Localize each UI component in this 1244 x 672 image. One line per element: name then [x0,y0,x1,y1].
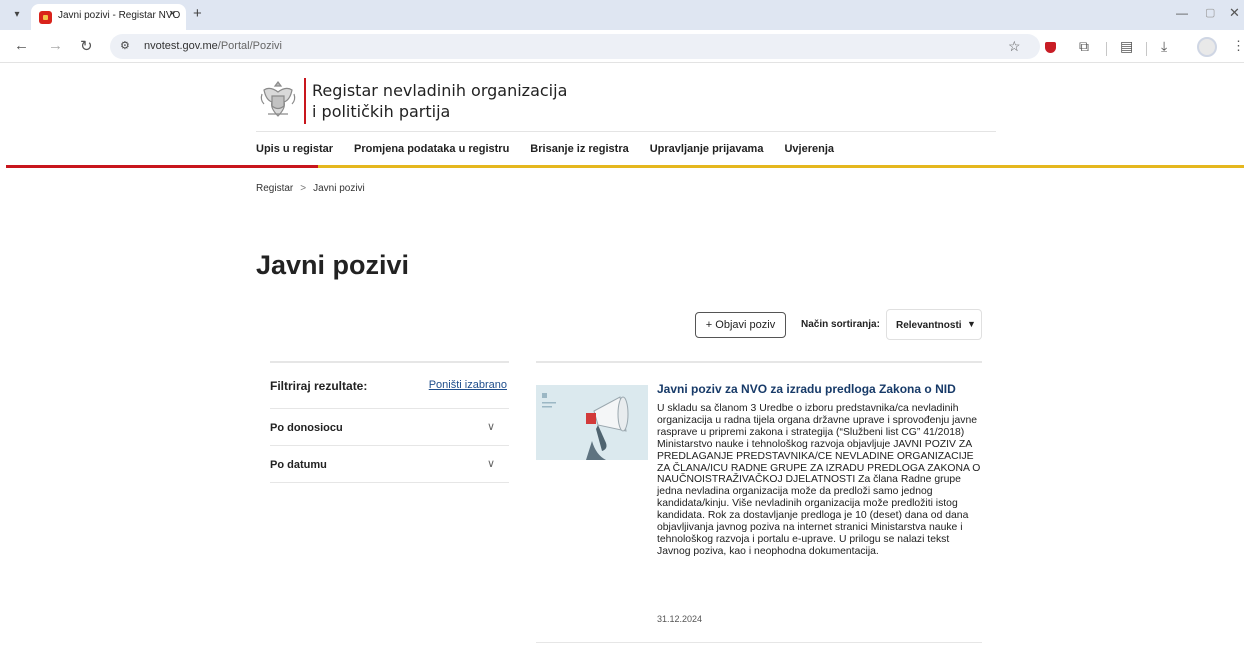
tab-title: Javni pozivi - Registar NVO [58,10,181,21]
new-tab-icon[interactable]: + [193,5,202,22]
extension-shield-icon[interactable] [1045,42,1056,53]
header-accent-red [6,165,318,168]
window-minimize-icon[interactable]: — [1176,6,1188,20]
nav-promjena-podataka[interactable]: Promjena podataka u registru [354,143,509,155]
header-accent-gold [318,165,1244,168]
site-info-icon[interactable]: ⚙ [120,39,130,52]
forward-arrow-icon[interactable]: → [48,37,63,54]
url-host: nvotest.gov.me [144,40,218,52]
sort-select[interactable]: Relevantnosti ▼ [886,309,982,340]
site-title-line1: Registar nevladinih organizacija [312,81,568,100]
chevron-down-icon: ∨ [486,458,495,470]
results-divider [536,361,982,363]
result-title-link[interactable]: Javni poziv za NVO za izradu predloga Za… [657,382,987,396]
breadcrumb-current: Javni pozivi [313,183,365,194]
main-navigation: Upis u registar Promjena podataka u regi… [256,143,855,155]
breadcrumb-chevron-icon: > [300,183,307,194]
megaphone-thumbnail-image[interactable] [536,385,648,460]
browser-toolbar: ← → ↻ ⚙ nvotest.gov.me/Portal/Pozivi ☆ ⧉… [0,30,1244,63]
montenegro-coat-of-arms-logo[interactable] [258,78,298,122]
url-text[interactable]: nvotest.gov.me/Portal/Pozivi [144,40,282,52]
tab-close-icon[interactable]: × [169,8,175,20]
back-arrow-icon[interactable]: ← [14,37,29,54]
extensions-puzzle-icon[interactable]: ⧉ [1079,38,1089,55]
site-title-line2: i političkih partija [312,102,451,121]
browser-tab-active[interactable]: Javni pozivi - Registar NVO × [31,4,186,30]
tab-search-icon[interactable]: ▾ [8,6,26,24]
sort-label: Način sortiranja: [801,319,880,330]
profile-avatar[interactable] [1197,37,1217,57]
nav-brisanje-iz-registra[interactable]: Brisanje iz registra [530,143,628,155]
site-title[interactable]: Registar nevladinih organizacija i polit… [312,80,567,122]
sort-selected-value: Relevantnosti [896,320,962,331]
site-favicon-icon [39,11,52,24]
address-bar[interactable]: ⚙ nvotest.gov.me/Portal/Pozivi [110,34,1040,59]
header-divider [256,131,996,132]
reset-filters-link[interactable]: Poništi izabrano [429,379,507,391]
filter-title: Filtriraj rezultate: [270,379,368,393]
page-title: Javni pozivi [256,250,410,280]
nav-upravljanje-prijavama[interactable]: Upravljanje prijavama [650,143,764,155]
url-path: /Portal/Pozivi [217,40,282,52]
filter-header: Filtriraj rezultate: Poništi izabrano [270,363,509,409]
publish-call-button[interactable]: + Objavi poziv [695,312,786,338]
download-icon[interactable]: ⤓ [1161,38,1167,55]
nav-upis-u-registar[interactable]: Upis u registar [256,143,333,155]
breadcrumb: Registar > Javni pozivi [256,183,365,194]
toolbar-divider [1106,42,1107,56]
window-restore-icon[interactable]: ▢ [1205,6,1215,19]
filter-by-issuer-label: Po donosiocu [270,422,343,434]
reading-list-icon[interactable]: ▤ [1120,38,1133,55]
results-bottom-divider [536,642,982,643]
filter-by-date[interactable]: Po datumu ∨ [270,446,509,483]
breadcrumb-root[interactable]: Registar [256,183,293,194]
window-close-icon[interactable]: ✕ [1229,5,1240,21]
filter-by-issuer[interactable]: Po donosiocu ∨ [270,409,509,446]
result-date: 31.12.2024 [657,614,703,624]
browser-menu-icon[interactable]: ⋮ [1232,38,1244,54]
toolbar-divider [1146,42,1147,56]
filter-by-date-label: Po datumu [270,459,327,471]
filter-panel: Filtriraj rezultate: Poništi izabrano Po… [270,361,509,483]
chevron-down-icon: ∨ [486,421,495,433]
reload-icon[interactable]: ↻ [80,37,93,55]
logo-divider [304,78,306,124]
caret-down-icon: ▼ [967,319,976,329]
result-description: U skladu sa članom 3 Uredbe o izboru pre… [657,403,981,557]
browser-tab-bar: ▾ Javni pozivi - Registar NVO × + — ▢ ✕ [0,0,1244,30]
bookmark-star-icon[interactable]: ☆ [1008,38,1021,55]
nav-uvjerenja[interactable]: Uvjerenja [784,143,834,155]
